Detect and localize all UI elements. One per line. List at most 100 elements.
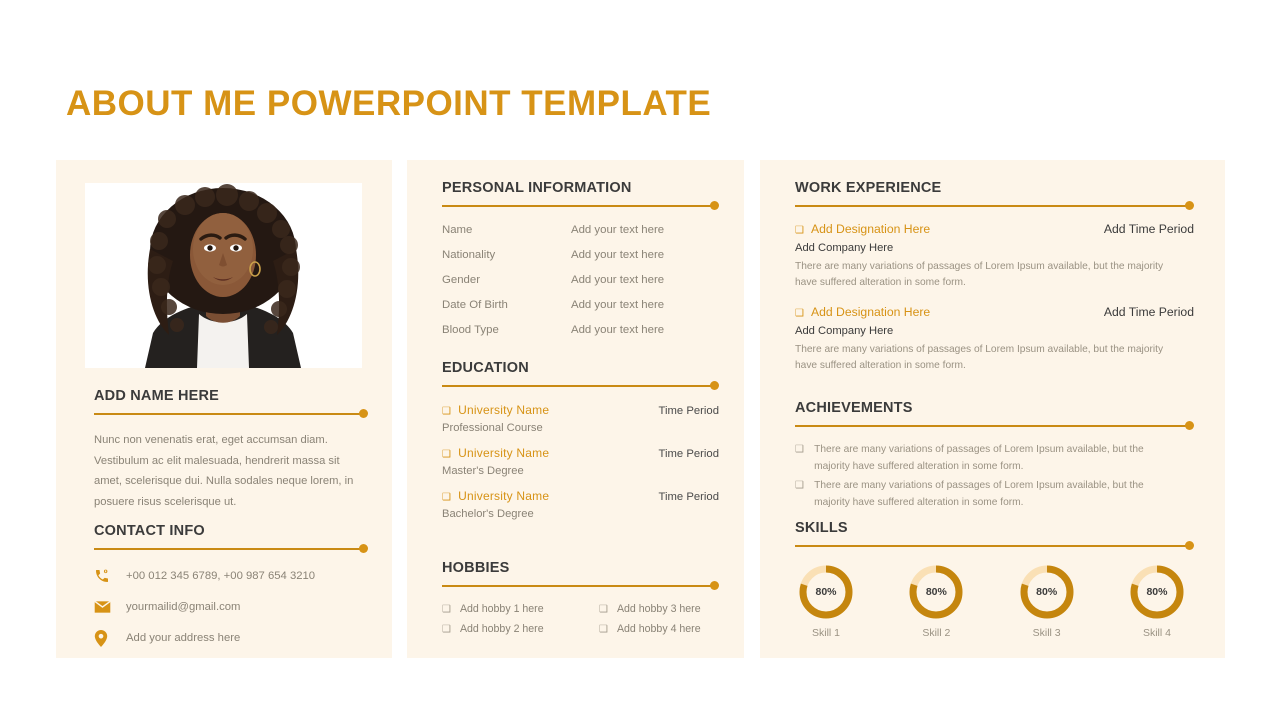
divider-line	[795, 425, 1188, 427]
checkbox-bullet-icon: ❑	[442, 492, 452, 503]
checkbox-bullet-icon: ❑	[442, 603, 451, 615]
hobby-item[interactable]: ❑ Add hobby 4 here	[599, 623, 719, 635]
work-designation[interactable]: ❑ Add Designation Here	[795, 305, 930, 319]
education-subtitle: Bachelor's Degree	[442, 508, 534, 520]
divider-line	[442, 585, 713, 587]
skills-heading: SKILLS	[795, 520, 848, 536]
work-item: ❑ Add Designation Here Add Time Period Ad…	[795, 222, 1194, 291]
contact-row-email[interactable]: yourmailid@gmail.com	[94, 598, 368, 616]
checkbox-bullet-icon: ❑	[795, 444, 805, 455]
checkbox-bullet-icon: ❑	[442, 623, 451, 635]
work-time-period: Add Time Period	[1103, 305, 1194, 319]
envelope-icon	[94, 598, 116, 616]
work-company: Add Company Here	[795, 242, 894, 254]
table-row: Date Of Birth Add your text here	[442, 299, 719, 311]
phone-text: +00 012 345 6789, +00 987 654 3210	[126, 570, 316, 582]
skill-percent: 80%	[1146, 586, 1168, 598]
skill-percent: 80%	[925, 586, 947, 598]
hobby-item[interactable]: ❑ Add hobby 3 here	[599, 603, 719, 615]
work-time-period: Add Time Period	[1103, 222, 1194, 236]
education-time: Time Period	[658, 448, 719, 460]
experience-panel: WORK EXPERIENCE ❑ Add Designation Here Ad…	[760, 160, 1225, 658]
achievement-text: There are many variations of passages of…	[814, 444, 1144, 472]
skill-gauge: 80% Skill 2	[905, 563, 967, 639]
education-subtitle: Professional Course	[442, 422, 543, 434]
table-row: Gender Add your text here	[442, 274, 719, 286]
education-name[interactable]: ❑ University Name	[442, 446, 549, 460]
divider-dot	[359, 544, 368, 553]
checkbox-bullet-icon: ❑	[442, 449, 452, 460]
work-company: Add Company Here	[795, 325, 894, 337]
row-label: Date Of Birth	[442, 299, 508, 311]
work-item: ❑ Add Designation Here Add Time Period Ad…	[795, 305, 1194, 374]
checkbox-bullet-icon: ❑	[599, 623, 608, 635]
divider-line	[94, 413, 362, 415]
divider-line	[94, 548, 362, 550]
list-item: ❑ University Name Time Period Professiona…	[442, 403, 719, 434]
contact-info-section: CONTACT INFO +00 012 345 6789, +00 987 6…	[94, 523, 368, 647]
list-item: ❑ University Name Time Period Bachelor's …	[442, 489, 719, 520]
divider-line	[795, 545, 1188, 547]
work-experience-section: WORK EXPERIENCE ❑ Add Designation Here Ad…	[795, 180, 1194, 374]
bio-text: Nunc non venenatis erat, eget accumsan d…	[94, 434, 354, 508]
row-value[interactable]: Add your text here	[571, 274, 719, 286]
location-pin-icon	[94, 629, 116, 647]
hobbies-section: HOBBIES ❑ Add hobby 1 here ❑ Add hobby 3 h…	[442, 560, 719, 635]
checkbox-bullet-icon: ❑	[795, 480, 805, 491]
education-time: Time Period	[658, 405, 719, 417]
education-name[interactable]: ❑ University Name	[442, 489, 549, 503]
skills-chart-group: 80% Skill 1 80% Skill 2 80% Skill 3 80% …	[795, 563, 1188, 639]
divider-dot	[710, 381, 719, 390]
education-name[interactable]: ❑ University Name	[442, 403, 549, 417]
table-row: Name Add your text here	[442, 224, 719, 236]
row-label: Blood Type	[442, 324, 499, 336]
achievements-divider	[795, 421, 1194, 431]
contact-row-address[interactable]: Add your address here	[94, 629, 368, 647]
hobby-item[interactable]: ❑ Add hobby 1 here	[442, 603, 599, 615]
row-value[interactable]: Add your text here	[571, 324, 719, 336]
work-description: There are many variations of passages of…	[795, 261, 1164, 288]
divider-line	[442, 385, 713, 387]
divider-dot	[1185, 541, 1194, 550]
personal-information-section: PERSONAL INFORMATION Name Add your text …	[442, 180, 719, 336]
achievements-section: ACHIEVEMENTS ❑ There are many variations…	[795, 400, 1194, 514]
education-time: Time Period	[658, 491, 719, 503]
achievement-item: ❑ There are many variations of passages …	[795, 478, 1194, 511]
achievements-heading: ACHIEVEMENTS	[795, 400, 913, 416]
contact-divider	[94, 544, 368, 554]
skill-percent: 80%	[1036, 586, 1058, 598]
education-subtitle: Master's Degree	[442, 465, 524, 477]
row-value[interactable]: Add your text here	[571, 299, 719, 311]
skill-percent: 80%	[815, 586, 837, 598]
education-divider	[442, 381, 719, 391]
profile-panel: ADD NAME HERE Nunc non venenatis erat, e…	[56, 160, 392, 658]
skills-divider	[795, 541, 1194, 551]
contact-info-heading: CONTACT INFO	[94, 523, 205, 539]
row-value[interactable]: Add your text here	[571, 224, 719, 236]
checkbox-bullet-icon: ❑	[599, 603, 608, 615]
personal-information-heading: PERSONAL INFORMATION	[442, 180, 632, 196]
skill-gauge: 80% Skill 1	[795, 563, 857, 639]
achievement-item: ❑ There are many variations of passages …	[795, 442, 1194, 475]
email-text: yourmailid@gmail.com	[126, 601, 241, 613]
name-section: ADD NAME HERE Nunc non venenatis erat, e…	[94, 388, 368, 512]
page-title: ABOUT ME POWERPOINT TEMPLATE	[66, 84, 712, 123]
name-divider	[94, 409, 368, 419]
skill-gauge: 80% Skill 4	[1126, 563, 1188, 639]
hobby-item[interactable]: ❑ Add hobby 2 here	[442, 623, 599, 635]
table-row: Nationality Add your text here	[442, 249, 719, 261]
work-description: There are many variations of passages of…	[795, 344, 1164, 371]
education-section: EDUCATION ❑ University Name Time Period P…	[442, 360, 719, 520]
skill-label: Skill 1	[811, 627, 840, 639]
work-designation[interactable]: ❑ Add Designation Here	[795, 222, 930, 236]
row-label: Name	[442, 224, 473, 236]
work-experience-heading: WORK EXPERIENCE	[795, 180, 942, 196]
work-divider	[795, 201, 1194, 211]
address-text: Add your address here	[126, 632, 241, 644]
checkbox-bullet-icon: ❑	[442, 406, 452, 417]
row-value[interactable]: Add your text here	[571, 249, 719, 261]
skill-label: Skill 3	[1032, 627, 1061, 639]
contact-row-phone[interactable]: +00 012 345 6789, +00 987 654 3210	[94, 567, 368, 585]
divider-dot	[710, 201, 719, 210]
divider-dot	[1185, 201, 1194, 210]
